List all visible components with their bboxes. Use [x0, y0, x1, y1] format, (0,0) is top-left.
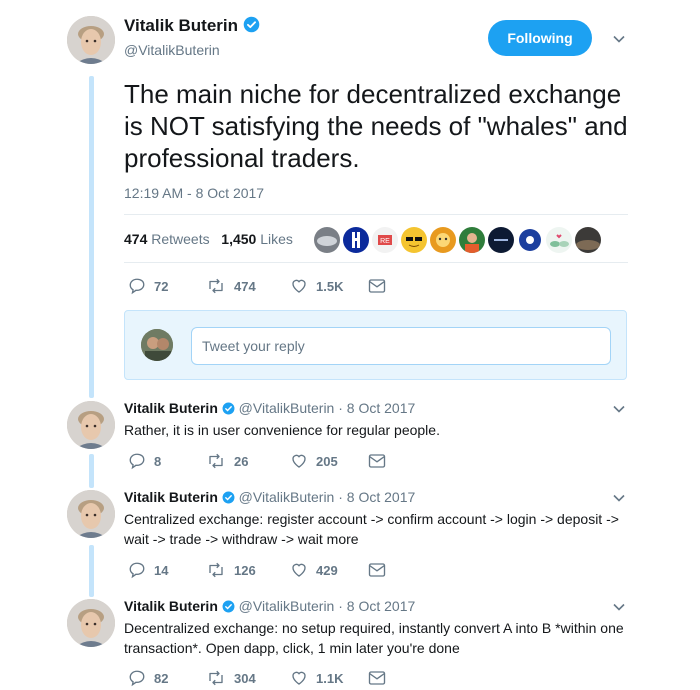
verified-icon: [222, 600, 235, 613]
reply-author-name[interactable]: Vitalik Buterin: [124, 598, 218, 614]
message-icon: [368, 279, 386, 293]
liker-avatar[interactable]: [488, 227, 514, 253]
retweet-icon: [209, 562, 223, 578]
tweet-text: The main niche for decentralized exchang…: [124, 79, 628, 173]
verified-icon: [222, 491, 235, 504]
liker-avatar[interactable]: [546, 227, 572, 253]
like-button[interactable]: 1.1K: [290, 669, 368, 687]
reply-actions: 8 26 205: [128, 452, 386, 470]
divider: [124, 262, 628, 263]
reply-text: Decentralized exchange: no setup require…: [124, 620, 624, 656]
reply-author-name[interactable]: Vitalik Buterin: [124, 489, 218, 505]
liker-avatar[interactable]: RE: [372, 227, 398, 253]
retweet-icon: [209, 670, 223, 686]
reply-button[interactable]: 72: [128, 277, 206, 295]
author-name[interactable]: Vitalik Buterin: [124, 16, 260, 36]
reply-author-name[interactable]: Vitalik Buterin: [124, 400, 218, 416]
following-button[interactable]: Following: [488, 20, 592, 56]
chevron-down-icon[interactable]: [612, 32, 626, 46]
reply-icon: [129, 278, 145, 295]
reply-meta[interactable]: @VitalikButerin · 8 Oct 2017: [239, 598, 416, 614]
author-handle[interactable]: @VitalikButerin: [124, 42, 220, 58]
reply-input[interactable]: Tweet your reply: [191, 327, 611, 365]
liker-avatar[interactable]: [401, 227, 427, 253]
retweet-button[interactable]: 304: [206, 669, 290, 687]
reply-text: Centralized exchange: register account -…: [124, 511, 619, 547]
verified-icon: [243, 16, 260, 33]
reply-header: Vitalik Buterin @VitalikButerin · 8 Oct …: [124, 489, 415, 505]
svg-text:RE: RE: [380, 238, 390, 245]
avatar[interactable]: [67, 599, 115, 647]
dm-button[interactable]: [368, 670, 386, 686]
reply-text: Rather, it is in user convenience for re…: [124, 422, 440, 438]
reply-composer: Tweet your reply: [124, 310, 627, 380]
heart-icon: [292, 671, 306, 685]
reply-actions: 82 304 1.1K: [128, 669, 386, 687]
reply-button[interactable]: 82: [128, 669, 206, 687]
heart-icon: [292, 279, 306, 293]
retweet-button[interactable]: 26: [206, 452, 290, 470]
tweet-actions: 72 474 1.5K: [128, 277, 386, 295]
reply-button[interactable]: 14: [128, 561, 206, 579]
dm-button[interactable]: [368, 562, 386, 578]
liker-avatar[interactable]: [343, 227, 369, 253]
retweet-icon: [209, 278, 223, 294]
current-user-avatar: [141, 329, 173, 361]
dm-button[interactable]: [368, 453, 386, 469]
divider: [124, 214, 628, 215]
like-button[interactable]: 1.5K: [290, 277, 368, 295]
reply-meta[interactable]: @VitalikButerin · 8 Oct 2017: [239, 400, 416, 416]
reply-header: Vitalik Buterin @VitalikButerin · 8 Oct …: [124, 400, 415, 416]
retweet-button[interactable]: 126: [206, 561, 290, 579]
message-icon: [368, 671, 386, 685]
reply-icon: [129, 453, 145, 470]
like-button[interactable]: 429: [290, 561, 368, 579]
message-icon: [368, 563, 386, 577]
chevron-down-icon[interactable]: [612, 491, 626, 505]
thread-line: [89, 454, 94, 488]
likes-stat[interactable]: 1,450 Likes: [221, 231, 293, 247]
reply-header: Vitalik Buterin @VitalikButerin · 8 Oct …: [124, 598, 415, 614]
retweet-button[interactable]: 474: [206, 277, 290, 295]
reply-button[interactable]: 8: [128, 452, 206, 470]
tweet-timestamp[interactable]: 12:19 AM - 8 Oct 2017: [124, 185, 264, 201]
liker-avatar[interactable]: [575, 227, 601, 253]
heart-icon: [292, 563, 306, 577]
retweet-icon: [209, 453, 223, 469]
thread-line: [89, 76, 94, 398]
chevron-down-icon[interactable]: [612, 600, 626, 614]
liker-avatar[interactable]: [314, 227, 340, 253]
like-button[interactable]: 205: [290, 452, 368, 470]
verified-icon: [222, 402, 235, 415]
dm-button[interactable]: [368, 278, 386, 294]
retweets-stat[interactable]: 474 Retweets: [124, 231, 210, 247]
engagement-stats: 474 Retweets 1,450 Likes: [124, 231, 293, 247]
liker-avatar[interactable]: [517, 227, 543, 253]
avatar[interactable]: [67, 401, 115, 449]
reply-icon: [129, 670, 145, 687]
avatar[interactable]: [67, 490, 115, 538]
message-icon: [368, 454, 386, 468]
thread-line: [89, 545, 94, 597]
reply-actions: 14 126 429: [128, 561, 386, 579]
reply-meta[interactable]: @VitalikButerin · 8 Oct 2017: [239, 489, 416, 505]
reply-icon: [129, 562, 145, 579]
liker-avatar[interactable]: [459, 227, 485, 253]
heart-icon: [292, 454, 306, 468]
avatar[interactable]: [67, 16, 115, 64]
liker-avatars: RE: [314, 227, 601, 253]
chevron-down-icon[interactable]: [612, 402, 626, 416]
liker-avatar[interactable]: [430, 227, 456, 253]
